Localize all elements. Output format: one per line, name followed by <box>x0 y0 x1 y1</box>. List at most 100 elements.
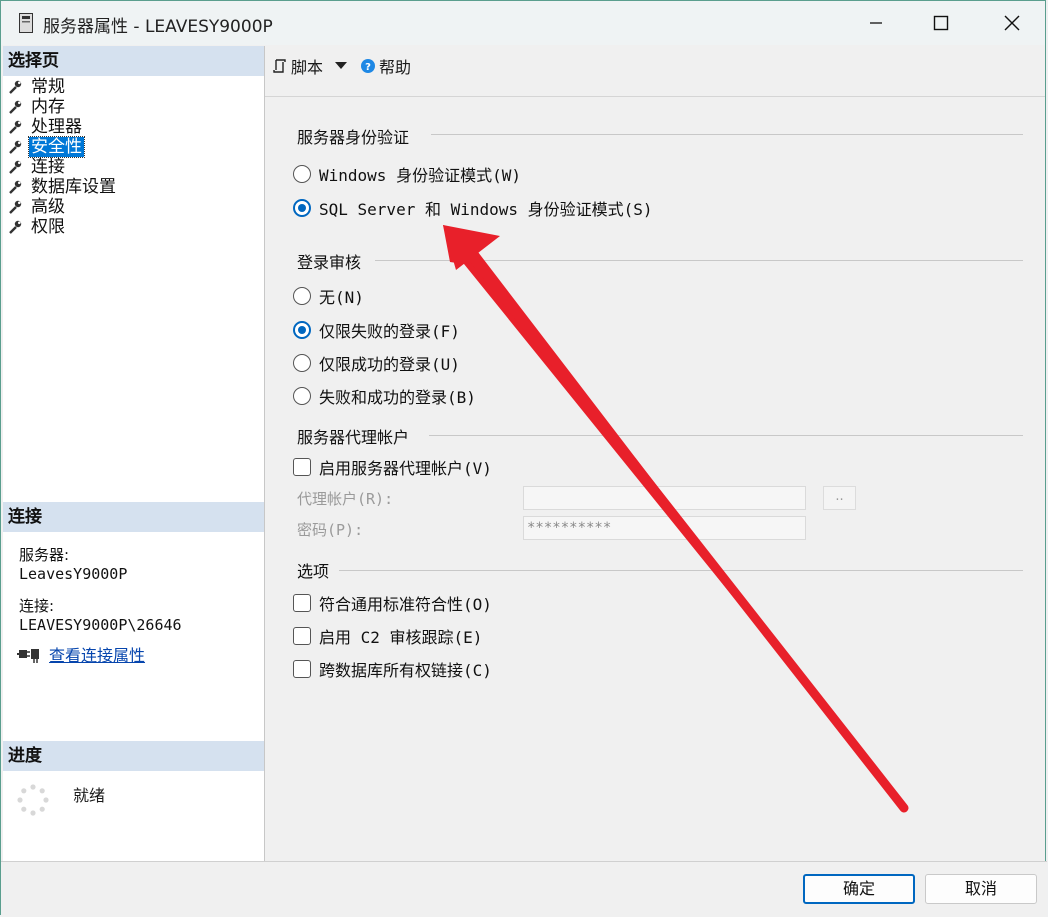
nav-item-label: 安全性 <box>28 136 85 158</box>
radio-button[interactable] <box>293 321 311 339</box>
ok-button[interactable]: 确定 <box>803 874 915 904</box>
nav-item-label: 常规 <box>31 77 65 97</box>
nav-item-advanced[interactable]: 高级 <box>7 197 118 217</box>
radio-audit-both[interactable]: 失败和成功的登录(B) <box>293 384 476 408</box>
script-button[interactable]: 脚本 <box>273 54 348 78</box>
radio-mixed-auth[interactable]: SQL Server 和 Windows 身份验证模式(S) <box>293 196 653 220</box>
password-label: 密码(P): <box>297 521 364 539</box>
radio-button[interactable] <box>293 354 311 372</box>
minimize-button[interactable] <box>853 1 899 45</box>
connection-plug-icon <box>17 649 39 663</box>
nav-item-permissions[interactable]: 权限 <box>7 217 118 237</box>
toolbar: 脚本 ? 帮助 <box>265 46 1045 97</box>
cross-db-ownership-checkbox-row[interactable]: 跨数据库所有权链接(C) <box>293 657 492 681</box>
radio-audit-success[interactable]: 仅限成功的登录(U) <box>293 351 460 375</box>
wrench-icon <box>9 180 22 194</box>
enable-proxy-checkbox-row[interactable]: 启用服务器代理帐户(V) <box>293 455 492 479</box>
close-icon <box>1004 15 1020 31</box>
nav-item-label: 连接 <box>31 157 65 177</box>
maximize-button[interactable] <box>918 1 964 45</box>
group-divider <box>429 435 1023 436</box>
radio-label: 仅限失败的登录(F) <box>319 322 460 341</box>
progress-status: 就绪 <box>73 786 106 805</box>
help-label: 帮助 <box>379 58 412 77</box>
radio-button[interactable] <box>293 199 311 217</box>
server-info: 服务器: LeavesY9000P <box>19 544 127 583</box>
nav-item-label: 内存 <box>31 97 65 117</box>
script-label: 脚本 <box>291 58 324 77</box>
nav-item-general[interactable]: 常规 <box>7 77 118 97</box>
password-input[interactable]: ********** <box>523 516 806 540</box>
wrench-icon <box>9 160 22 174</box>
dialog-button-bar: 确定 取消 <box>1 861 1047 917</box>
login-audit-group-title: 登录审核 <box>297 253 362 272</box>
wrench-icon <box>9 220 22 234</box>
svg-text:?: ? <box>365 62 371 73</box>
connection-header: 连接 <box>3 502 264 532</box>
minimize-icon <box>870 22 882 24</box>
nav-item-label: 数据库设置 <box>31 177 116 197</box>
nav-item-memory[interactable]: 内存 <box>7 97 118 117</box>
connection-label: 连接: <box>19 597 55 615</box>
checkbox-label: 启用 C2 审核跟踪(E) <box>319 628 483 647</box>
close-button[interactable] <box>989 1 1035 45</box>
proxy-account-input[interactable] <box>523 486 806 510</box>
wrench-icon <box>9 100 22 114</box>
wrench-icon <box>9 120 22 134</box>
nav-item-processor[interactable]: 处理器 <box>7 117 118 137</box>
radio-button[interactable] <box>293 165 311 183</box>
checkbox[interactable] <box>293 627 311 645</box>
view-connection-properties: 查看连接属性 <box>17 642 145 666</box>
title-bar: 服务器属性 - LEAVESY9000P <box>1 1 1045 45</box>
wrench-icon <box>9 200 22 214</box>
checkbox-label: 符合通用标准符合性(O) <box>319 595 492 614</box>
proxy-account-label: 代理帐户(R): <box>297 490 394 508</box>
server-properties-window: 服务器属性 - LEAVESY9000P 选择页 常规 内存 处理器 安全性 连… <box>0 0 1047 917</box>
help-button[interactable]: ? 帮助 <box>361 54 411 78</box>
nav-item-security[interactable]: 安全性 <box>7 136 118 158</box>
nav-item-label: 处理器 <box>31 117 82 137</box>
c2-audit-checkbox-row[interactable]: 启用 C2 审核跟踪(E) <box>293 624 482 648</box>
radio-button[interactable] <box>293 287 311 305</box>
checkbox-label: 启用服务器代理帐户(V) <box>319 459 492 478</box>
proxy-group-title: 服务器代理帐户 <box>297 428 410 447</box>
wrench-icon <box>9 80 22 94</box>
radio-label: 无(N) <box>319 288 364 307</box>
script-icon <box>273 59 286 73</box>
radio-label: 仅限成功的登录(U) <box>319 355 460 374</box>
select-page-header: 选择页 <box>3 46 264 76</box>
view-connection-properties-link[interactable]: 查看连接属性 <box>49 642 145 666</box>
group-divider <box>431 134 1023 135</box>
connection-info: 连接: LEAVESY9000P\26646 <box>19 595 182 634</box>
page-nav-list: 常规 内存 处理器 安全性 连接 数据库设置 高级 权限 <box>7 77 118 237</box>
server-label: 服务器: <box>19 546 70 564</box>
cancel-button[interactable]: 取消 <box>925 874 1037 904</box>
checkbox[interactable] <box>293 660 311 678</box>
nav-item-connections[interactable]: 连接 <box>7 157 118 177</box>
radio-label: SQL Server 和 Windows 身份验证模式(S) <box>319 200 653 219</box>
options-group-title: 选项 <box>297 562 330 581</box>
radio-windows-auth[interactable]: Windows 身份验证模式(W) <box>293 162 521 186</box>
server-value: LeavesY9000P <box>19 565 128 583</box>
group-divider <box>339 570 1023 571</box>
group-divider <box>375 260 1023 261</box>
checkbox[interactable] <box>293 458 311 476</box>
security-page-content: 服务器身份验证 Windows 身份验证模式(W) SQL Server 和 W… <box>265 97 1045 860</box>
checkbox[interactable] <box>293 594 311 612</box>
server-auth-group-title: 服务器身份验证 <box>297 128 410 147</box>
window-title: 服务器属性 - LEAVESY9000P <box>43 17 273 37</box>
radio-label: Windows 身份验证模式(W) <box>319 166 521 185</box>
progress-spinner-icon <box>17 784 49 816</box>
radio-audit-none[interactable]: 无(N) <box>293 284 364 308</box>
help-icon: ? <box>361 59 375 73</box>
progress-header: 进度 <box>3 741 264 771</box>
radio-audit-failed[interactable]: 仅限失败的登录(F) <box>293 318 460 342</box>
chevron-down-icon[interactable] <box>335 62 348 70</box>
radio-button[interactable] <box>293 387 311 405</box>
browse-button[interactable]: .. <box>823 486 856 510</box>
nav-item-label: 权限 <box>31 217 65 237</box>
nav-item-label: 高级 <box>31 197 65 217</box>
connection-value: LEAVESY9000P\26646 <box>19 616 182 634</box>
common-criteria-checkbox-row[interactable]: 符合通用标准符合性(O) <box>293 591 492 615</box>
nav-item-database-settings[interactable]: 数据库设置 <box>7 177 118 197</box>
